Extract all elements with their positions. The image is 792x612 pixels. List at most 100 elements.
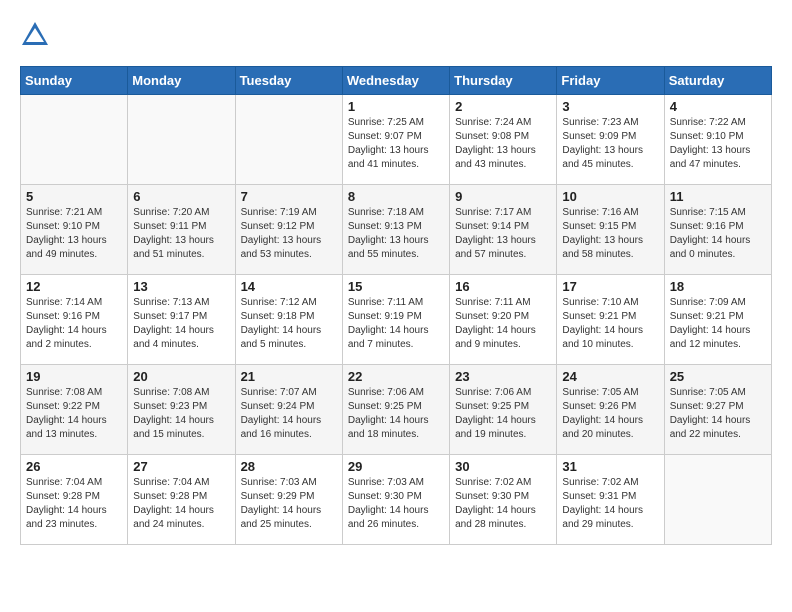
logo-icon xyxy=(20,20,50,50)
day-number: 11 xyxy=(670,189,766,204)
day-info: Sunrise: 7:14 AMSunset: 9:16 PMDaylight:… xyxy=(26,296,122,352)
calendar-cell xyxy=(21,95,128,185)
day-header-wednesday: Wednesday xyxy=(342,67,449,95)
day-info: Sunrise: 7:04 AMSunset: 9:28 PMDaylight:… xyxy=(133,476,229,532)
day-number: 6 xyxy=(133,189,229,204)
calendar-cell: 4 Sunrise: 7:22 AMSunset: 9:10 PMDaylight… xyxy=(664,95,771,185)
day-number: 21 xyxy=(241,369,337,384)
calendar-cell: 20 Sunrise: 7:08 AMSunset: 9:23 PMDayligh… xyxy=(128,365,235,455)
day-number: 29 xyxy=(348,459,444,474)
calendar-cell: 30Sunrise: 7:02 AMSunset: 9:30 PMDayligh… xyxy=(450,455,557,545)
day-info: Sunrise: 7:06 AMSunset: 9:25 PMDaylight:… xyxy=(348,386,444,442)
calendar-cell: 8 Sunrise: 7:18 AMSunset: 9:13 PMDaylight… xyxy=(342,185,449,275)
calendar-cell: 6 Sunrise: 7:20 AMSunset: 9:11 PMDaylight… xyxy=(128,185,235,275)
day-info: Sunrise: 7:09 AMSunset: 9:21 PMDaylight:… xyxy=(670,296,766,352)
day-number: 17 xyxy=(562,279,658,294)
calendar-cell: 26 Sunrise: 7:04 AMSunset: 9:28 PMDayligh… xyxy=(21,455,128,545)
day-info: Sunrise: 7:12 AMSunset: 9:18 PMDaylight:… xyxy=(241,296,337,352)
calendar-cell: 10 Sunrise: 7:16 AMSunset: 9:15 PMDayligh… xyxy=(557,185,664,275)
calendar-cell: 17 Sunrise: 7:10 AMSunset: 9:21 PMDayligh… xyxy=(557,275,664,365)
day-number: 23 xyxy=(455,369,551,384)
day-info: Sunrise: 7:15 AMSunset: 9:16 PMDaylight:… xyxy=(670,206,766,262)
day-info: Sunrise: 7:02 AMSunset: 9:31 PMDaylight:… xyxy=(562,476,658,532)
day-info: Sunrise: 7:04 AMSunset: 9:28 PMDaylight:… xyxy=(26,476,122,532)
day-info: Sunrise: 7:08 AMSunset: 9:23 PMDaylight:… xyxy=(133,386,229,442)
day-number: 22 xyxy=(348,369,444,384)
page-header xyxy=(20,20,772,50)
day-number: 31 xyxy=(562,459,658,474)
calendar-cell: 27 Sunrise: 7:04 AMSunset: 9:28 PMDayligh… xyxy=(128,455,235,545)
logo xyxy=(20,20,54,50)
calendar-cell: 11 Sunrise: 7:15 AMSunset: 9:16 PMDayligh… xyxy=(664,185,771,275)
day-number: 25 xyxy=(670,369,766,384)
day-number: 18 xyxy=(670,279,766,294)
calendar-cell: 13 Sunrise: 7:13 AMSunset: 9:17 PMDayligh… xyxy=(128,275,235,365)
calendar-cell: 24 Sunrise: 7:05 AMSunset: 9:26 PMDayligh… xyxy=(557,365,664,455)
day-info: Sunrise: 7:24 AMSunset: 9:08 PMDaylight:… xyxy=(455,116,551,172)
day-number: 26 xyxy=(26,459,122,474)
day-number: 4 xyxy=(670,99,766,114)
day-info: Sunrise: 7:18 AMSunset: 9:13 PMDaylight:… xyxy=(348,206,444,262)
day-info: Sunrise: 7:22 AMSunset: 9:10 PMDaylight:… xyxy=(670,116,766,172)
calendar-cell: 14 Sunrise: 7:12 AMSunset: 9:18 PMDayligh… xyxy=(235,275,342,365)
day-number: 8 xyxy=(348,189,444,204)
calendar-cell: 15 Sunrise: 7:11 AMSunset: 9:19 PMDayligh… xyxy=(342,275,449,365)
day-info: Sunrise: 7:02 AMSunset: 9:30 PMDaylight:… xyxy=(455,476,551,532)
day-info: Sunrise: 7:03 AMSunset: 9:30 PMDaylight:… xyxy=(348,476,444,532)
day-info: Sunrise: 7:08 AMSunset: 9:22 PMDaylight:… xyxy=(26,386,122,442)
day-header-friday: Friday xyxy=(557,67,664,95)
day-info: Sunrise: 7:17 AMSunset: 9:14 PMDaylight:… xyxy=(455,206,551,262)
week-row-3: 12 Sunrise: 7:14 AMSunset: 9:16 PMDayligh… xyxy=(21,275,772,365)
day-number: 20 xyxy=(133,369,229,384)
week-row-4: 19 Sunrise: 7:08 AMSunset: 9:22 PMDayligh… xyxy=(21,365,772,455)
calendar-cell: 29 Sunrise: 7:03 AMSunset: 9:30 PMDayligh… xyxy=(342,455,449,545)
day-info: Sunrise: 7:11 AMSunset: 9:20 PMDaylight:… xyxy=(455,296,551,352)
day-number: 19 xyxy=(26,369,122,384)
day-number: 28 xyxy=(241,459,337,474)
calendar-table: SundayMondayTuesdayWednesdayThursdayFrid… xyxy=(20,66,772,545)
week-row-2: 5Sunrise: 7:21 AMSunset: 9:10 PMDaylight… xyxy=(21,185,772,275)
day-header-saturday: Saturday xyxy=(664,67,771,95)
day-info: Sunrise: 7:03 AMSunset: 9:29 PMDaylight:… xyxy=(241,476,337,532)
day-header-thursday: Thursday xyxy=(450,67,557,95)
calendar-cell: 7Sunrise: 7:19 AMSunset: 9:12 PMDaylight… xyxy=(235,185,342,275)
day-header-monday: Monday xyxy=(128,67,235,95)
day-header-tuesday: Tuesday xyxy=(235,67,342,95)
day-info: Sunrise: 7:21 AMSunset: 9:10 PMDaylight:… xyxy=(26,206,122,262)
day-info: Sunrise: 7:06 AMSunset: 9:25 PMDaylight:… xyxy=(455,386,551,442)
calendar-cell: 16 Sunrise: 7:11 AMSunset: 9:20 PMDayligh… xyxy=(450,275,557,365)
day-number: 24 xyxy=(562,369,658,384)
day-number: 3 xyxy=(562,99,658,114)
calendar-cell: 18 Sunrise: 7:09 AMSunset: 9:21 PMDayligh… xyxy=(664,275,771,365)
day-info: Sunrise: 7:13 AMSunset: 9:17 PMDaylight:… xyxy=(133,296,229,352)
calendar-cell: 31 Sunrise: 7:02 AMSunset: 9:31 PMDayligh… xyxy=(557,455,664,545)
calendar-cell xyxy=(664,455,771,545)
calendar-cell: 25 Sunrise: 7:05 AMSunset: 9:27 PMDayligh… xyxy=(664,365,771,455)
day-info: Sunrise: 7:19 AMSunset: 9:12 PMDaylight:… xyxy=(241,206,337,262)
day-number: 13 xyxy=(133,279,229,294)
day-info: Sunrise: 7:05 AMSunset: 9:27 PMDaylight:… xyxy=(670,386,766,442)
day-info: Sunrise: 7:10 AMSunset: 9:21 PMDaylight:… xyxy=(562,296,658,352)
calendar-cell: 19 Sunrise: 7:08 AMSunset: 9:22 PMDayligh… xyxy=(21,365,128,455)
header-row: SundayMondayTuesdayWednesdayThursdayFrid… xyxy=(21,67,772,95)
day-number: 16 xyxy=(455,279,551,294)
calendar-cell: 2Sunrise: 7:24 AMSunset: 9:08 PMDaylight… xyxy=(450,95,557,185)
day-number: 1 xyxy=(348,99,444,114)
day-info: Sunrise: 7:25 AMSunset: 9:07 PMDaylight:… xyxy=(348,116,444,172)
day-number: 15 xyxy=(348,279,444,294)
week-row-5: 26 Sunrise: 7:04 AMSunset: 9:28 PMDayligh… xyxy=(21,455,772,545)
day-info: Sunrise: 7:16 AMSunset: 9:15 PMDaylight:… xyxy=(562,206,658,262)
day-number: 27 xyxy=(133,459,229,474)
day-info: Sunrise: 7:20 AMSunset: 9:11 PMDaylight:… xyxy=(133,206,229,262)
day-number: 10 xyxy=(562,189,658,204)
calendar-cell: 23 Sunrise: 7:06 AMSunset: 9:25 PMDayligh… xyxy=(450,365,557,455)
week-row-1: 1 Sunrise: 7:25 AMSunset: 9:07 PMDaylight… xyxy=(21,95,772,185)
day-info: Sunrise: 7:11 AMSunset: 9:19 PMDaylight:… xyxy=(348,296,444,352)
day-number: 12 xyxy=(26,279,122,294)
calendar-cell: 9 Sunrise: 7:17 AMSunset: 9:14 PMDaylight… xyxy=(450,185,557,275)
day-info: Sunrise: 7:05 AMSunset: 9:26 PMDaylight:… xyxy=(562,386,658,442)
day-info: Sunrise: 7:23 AMSunset: 9:09 PMDaylight:… xyxy=(562,116,658,172)
day-number: 9 xyxy=(455,189,551,204)
calendar-cell: 22 Sunrise: 7:06 AMSunset: 9:25 PMDayligh… xyxy=(342,365,449,455)
day-number: 14 xyxy=(241,279,337,294)
